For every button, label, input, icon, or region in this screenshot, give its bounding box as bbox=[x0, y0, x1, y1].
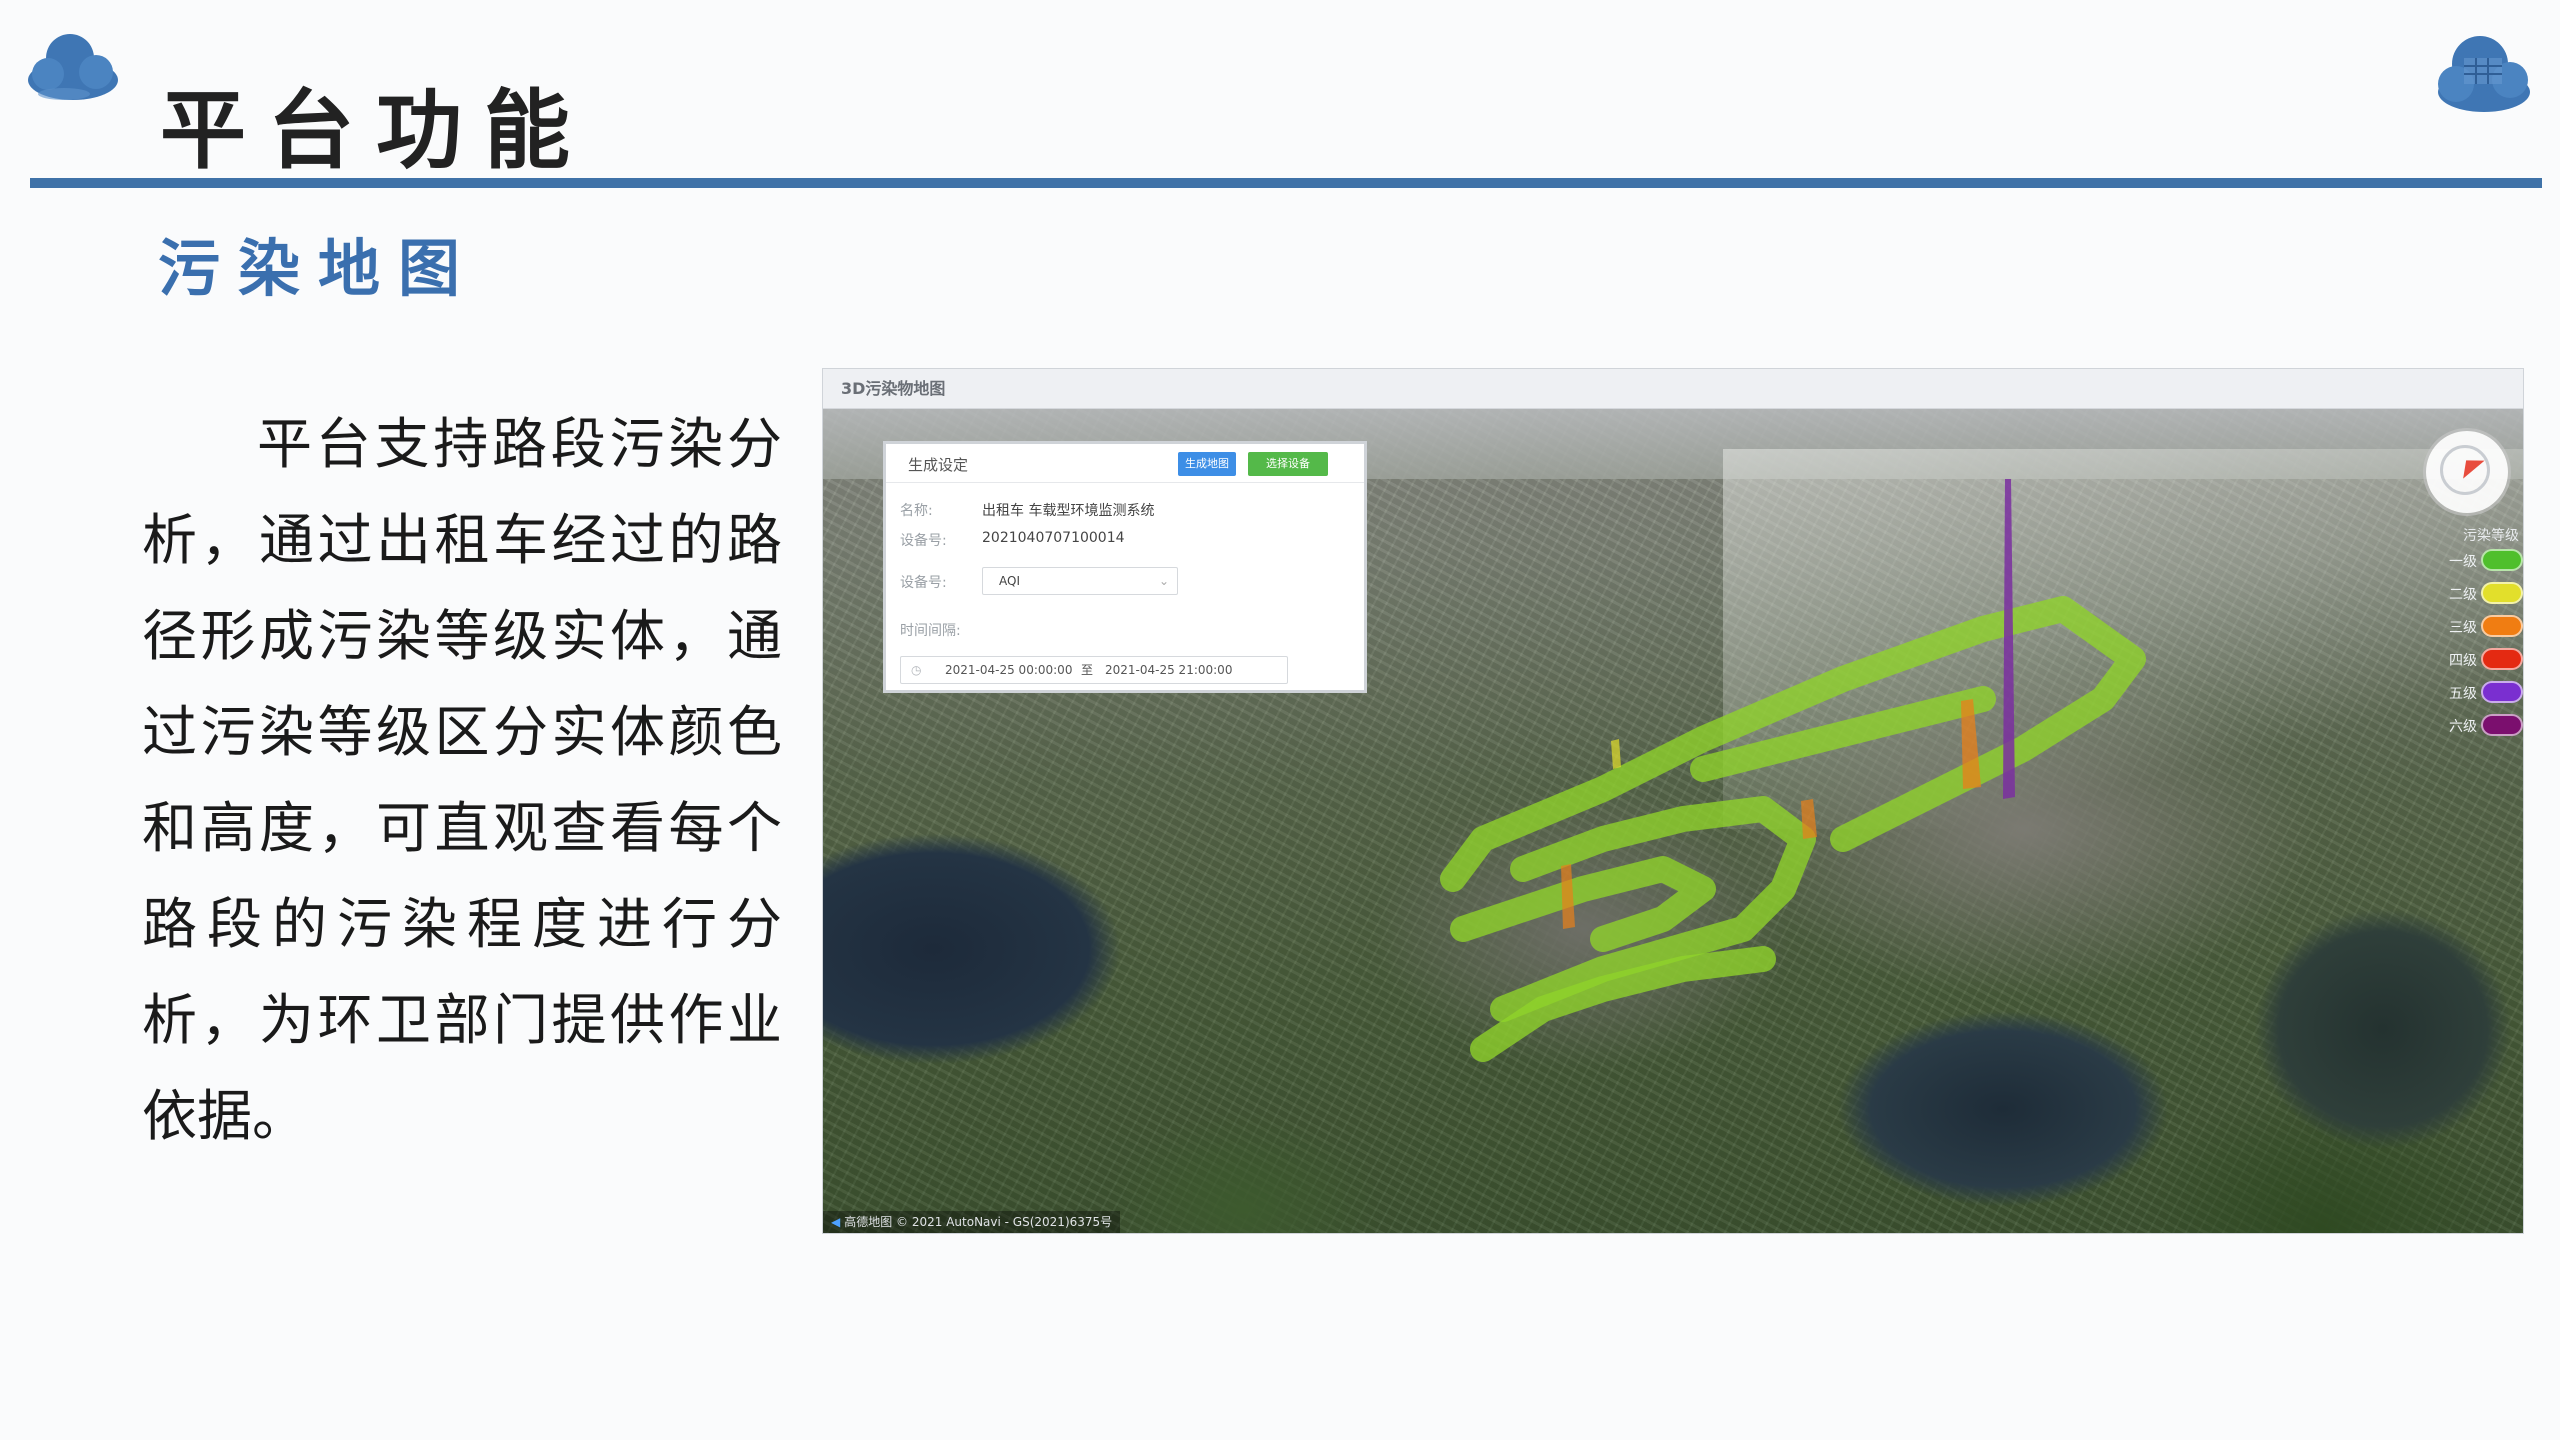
slide-subtitle: 污染地图 bbox=[158, 232, 479, 305]
generate-map-button[interactable]: 生成地图 bbox=[1178, 452, 1236, 476]
pollution-route-lines bbox=[1440, 596, 2146, 1062]
legend-row: 二级 bbox=[2411, 578, 2523, 611]
slide-title: 平台功能 bbox=[160, 81, 592, 181]
time-start: 2021-04-25 00:00:00 bbox=[945, 663, 1073, 677]
title-underline bbox=[30, 178, 2542, 188]
time-separator: 至 bbox=[1081, 663, 1094, 677]
column-orange-2 bbox=[1801, 799, 1817, 839]
attribution-text: 高德地图 © 2021 AutoNavi - GS(2021)6375号 bbox=[844, 1215, 1113, 1229]
column-purple-tall bbox=[2003, 479, 2015, 799]
legend-label: 一级 bbox=[2449, 554, 2477, 570]
legend-swatch bbox=[2481, 681, 2523, 703]
column-yellow-1 bbox=[1611, 739, 1621, 769]
legend-label: 三级 bbox=[2449, 620, 2477, 636]
cloud-logo-left-icon bbox=[28, 34, 118, 100]
legend-row: 三级 bbox=[2411, 611, 2523, 644]
time-range-label: 时间间隔: bbox=[900, 623, 961, 639]
map-attribution: ◀ 高德地图 © 2021 AutoNavi - GS(2021)6375号 bbox=[823, 1211, 1121, 1233]
time-end: 2021-04-25 21:00:00 bbox=[1105, 663, 1233, 677]
cloud-logo-right-icon bbox=[2438, 36, 2530, 112]
name-value: 出租车 车载型环境监测系统 bbox=[982, 503, 1155, 519]
panel-title: 生成设定 bbox=[908, 456, 969, 474]
device-select[interactable]: AQI ⌄ bbox=[982, 567, 1178, 595]
compass-control[interactable] bbox=[2426, 431, 2508, 513]
legend-label: 四级 bbox=[2449, 653, 2477, 669]
legend-row: 四级 bbox=[2411, 644, 2523, 677]
name-label: 名称: bbox=[900, 503, 933, 519]
legend-title: 污染等级 bbox=[2463, 528, 2519, 544]
column-orange-3 bbox=[1561, 864, 1575, 929]
chevron-down-icon: ⌄ bbox=[1158, 574, 1169, 588]
legend-label: 六级 bbox=[2449, 719, 2477, 735]
panel-header: 生成设定 生成地图 选择设备 bbox=[886, 444, 1364, 483]
legend-label: 五级 bbox=[2449, 686, 2477, 702]
legend-swatch bbox=[2481, 615, 2523, 637]
generate-settings-panel: 生成设定 生成地图 选择设备 名称: 出租车 车载型环境监测系统 设备号: 20… bbox=[883, 441, 1367, 693]
pollution-level-legend: 污染等级 一级二级三级四级五级六级 bbox=[2411, 525, 2523, 743]
time-range-picker[interactable]: ◷ 2021-04-25 00:00:00 至 2021-04-25 21:00… bbox=[900, 656, 1288, 684]
device-no-value: 2021040707100014 bbox=[982, 530, 1125, 546]
pollution-map-screenshot: 3D污染物地图 生成设定 生成地图 选择设备 名称: 出租车 车载型环境监测系统… bbox=[822, 368, 2524, 1234]
clock-icon: ◷ bbox=[911, 663, 922, 677]
device-select-label: 设备号: bbox=[900, 575, 947, 591]
legend-row: 六级 bbox=[2411, 710, 2523, 743]
legend-swatch bbox=[2481, 648, 2523, 670]
legend-swatch bbox=[2481, 582, 2523, 604]
legend-label: 二级 bbox=[2449, 587, 2477, 603]
device-select-value: AQI bbox=[999, 574, 1020, 588]
device-no-label: 设备号: bbox=[900, 533, 947, 549]
legend-row: 五级 bbox=[2411, 677, 2523, 710]
map-provider-icon: ◀ bbox=[831, 1215, 841, 1229]
body-paragraph: 平台支持路段污染分析，通过出租车经过的路径形成污染等级实体，通过污染等级区分实体… bbox=[142, 412, 782, 1148]
select-device-button[interactable]: 选择设备 bbox=[1248, 452, 1328, 476]
legend-swatch bbox=[2481, 549, 2523, 571]
route-west-branch bbox=[1450, 856, 1716, 952]
legend-swatch bbox=[2481, 714, 2523, 736]
legend-row: 一级 bbox=[2411, 545, 2523, 578]
